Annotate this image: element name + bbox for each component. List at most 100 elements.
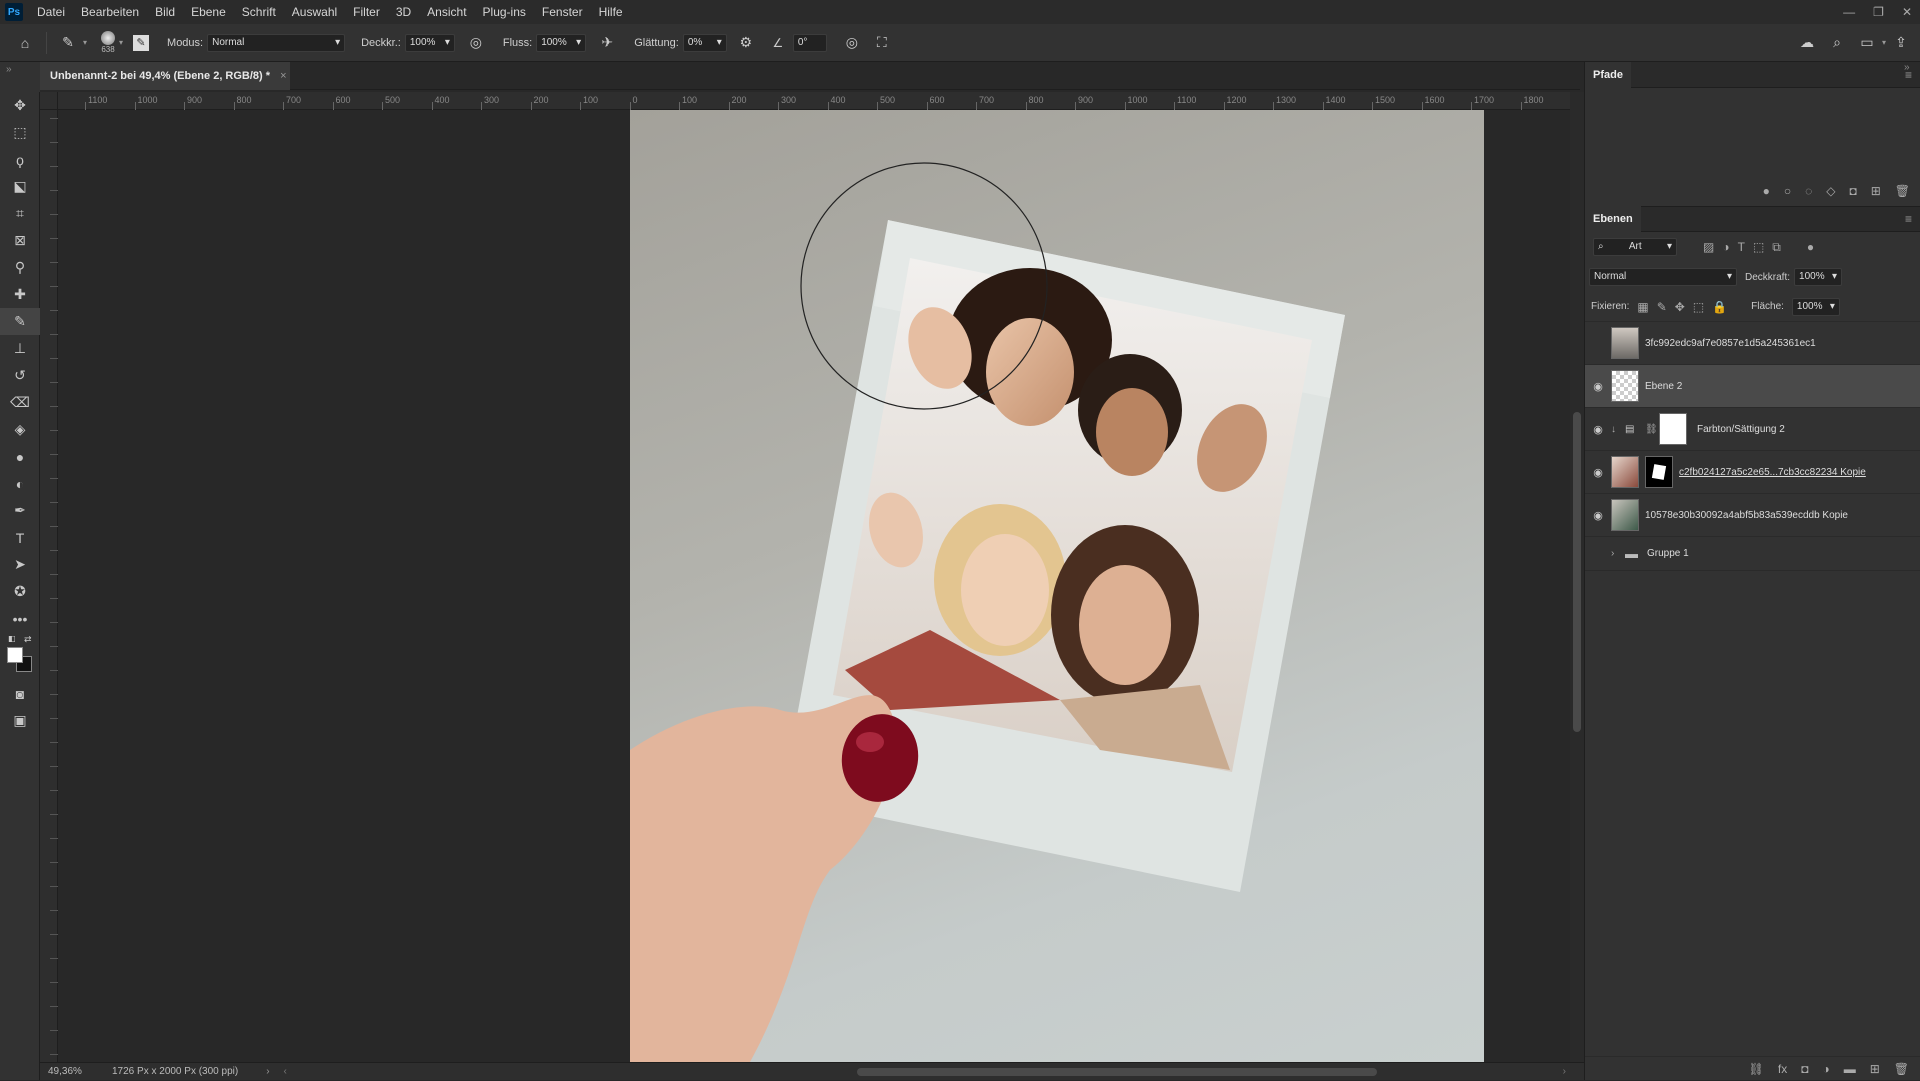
brush-tool-icon[interactable]: ✎: [0, 308, 40, 335]
flow-field[interactable]: 100% ▾: [536, 33, 587, 52]
visibility-toggle[interactable]: ◉: [1585, 337, 1611, 350]
brush-settings-icon[interactable]: ✎: [133, 34, 150, 51]
layer-mask-thumbnail[interactable]: [1645, 456, 1673, 488]
add-mask-icon[interactable]: ◘: [1849, 184, 1856, 198]
layer-row[interactable]: ◉ 10578e30b30092a4abf5b83a539ecddb Kopie: [1585, 494, 1920, 537]
gear-icon[interactable]: ⚙: [735, 32, 757, 54]
screen-mode-icon[interactable]: ▣: [0, 707, 40, 734]
lock-transparency-icon[interactable]: ▦: [1637, 300, 1648, 314]
vertical-scrollbar[interactable]: [1570, 92, 1584, 1062]
layer-row[interactable]: ◉ Ebene 2: [1585, 365, 1920, 408]
home-icon[interactable]: ⌂: [14, 32, 36, 54]
menu-bild[interactable]: Bild: [147, 0, 183, 24]
eye-icon[interactable]: ◉: [1585, 423, 1611, 436]
object-selection-tool-icon[interactable]: ⬕: [0, 173, 40, 200]
menu-datei[interactable]: Datei: [29, 0, 73, 24]
scroll-right-icon[interactable]: ›: [1563, 1066, 1566, 1077]
menu-bearbeiten[interactable]: Bearbeiten: [73, 0, 147, 24]
crop-tool-icon[interactable]: ⌗: [0, 200, 40, 227]
tab-ebenen[interactable]: Ebenen: [1585, 206, 1641, 232]
new-path-icon[interactable]: ⊞: [1871, 184, 1881, 198]
restore-icon[interactable]: ❐: [1873, 5, 1884, 19]
layer-opacity-field[interactable]: 100% ▾: [1794, 268, 1843, 286]
cloud-user-icon[interactable]: ☁: [1796, 32, 1818, 54]
menu-schrift[interactable]: Schrift: [234, 0, 284, 24]
chevron-down-icon[interactable]: ▾: [1882, 38, 1886, 47]
menu-fenster[interactable]: Fenster: [534, 0, 591, 24]
menu-auswahl[interactable]: Auswahl: [284, 0, 345, 24]
more-tools-icon[interactable]: •••: [0, 605, 40, 632]
dodge-tool-icon[interactable]: ◐: [0, 470, 40, 497]
layer-row[interactable]: ◉ 3fc992edc9af7e0857e1d5a245361ec1: [1585, 322, 1920, 365]
filter-toggle-icon[interactable]: ●: [1807, 240, 1814, 254]
search-icon[interactable]: ⌕: [1826, 32, 1848, 54]
close-icon[interactable]: ×: [280, 70, 286, 82]
layer-mask-thumbnail[interactable]: [1659, 413, 1687, 445]
eye-icon[interactable]: ◉: [1585, 380, 1611, 393]
eraser-tool-icon[interactable]: ⌫: [0, 389, 40, 416]
healing-brush-tool-icon[interactable]: ✚: [0, 281, 40, 308]
eyedropper-tool-icon[interactable]: ⚲: [0, 254, 40, 281]
stamp-tool-icon[interactable]: ⊥: [0, 335, 40, 362]
foreground-color-swatch[interactable]: [7, 647, 23, 663]
workspace-icon[interactable]: ▭: [1856, 32, 1878, 54]
trash-icon[interactable]: 🗑: [1894, 1062, 1909, 1076]
symmetry-icon[interactable]: ⛶: [871, 32, 893, 54]
smoothing-field[interactable]: 0% ▾: [682, 33, 727, 52]
blur-tool-icon[interactable]: ●: [0, 443, 40, 470]
chevron-right-icon[interactable]: ›: [266, 1066, 269, 1077]
trash-icon[interactable]: 🗑: [1895, 184, 1910, 198]
filter-smart-object-icon[interactable]: ⧉: [1772, 240, 1781, 255]
lock-position-icon[interactable]: ✥: [1675, 300, 1685, 314]
menu-3d[interactable]: 3D: [388, 0, 419, 24]
layer-row[interactable]: ◉ c2fb024127a5c2e65...7cb3cc82234 Kopie: [1585, 451, 1920, 494]
airbrush-icon[interactable]: ✈: [596, 32, 618, 54]
panel-collapse-icon[interactable]: »: [1904, 62, 1910, 73]
document-canvas[interactable]: [630, 110, 1484, 1062]
ruler-origin[interactable]: [40, 92, 58, 110]
lock-pixels-icon[interactable]: ✎: [1657, 300, 1667, 314]
path-selection-tool-icon[interactable]: ➤: [0, 551, 40, 578]
menu-hilfe[interactable]: Hilfe: [591, 0, 631, 24]
document-tab[interactable]: Unbenannt-2 bei 49,4% (Ebene 2, RGB/8) *…: [40, 62, 290, 90]
opacity-field[interactable]: 100% ▾: [404, 33, 455, 52]
history-brush-tool-icon[interactable]: ↺: [0, 362, 40, 389]
visibility-toggle[interactable]: ◉: [1585, 547, 1611, 560]
menu-plugins[interactable]: Plug-ins: [475, 0, 534, 24]
adjustment-icon[interactable]: ◑: [1822, 1062, 1829, 1076]
menu-ansicht[interactable]: Ansicht: [419, 0, 474, 24]
lasso-tool-icon[interactable]: ϙ: [0, 146, 40, 173]
paint-bucket-tool-icon[interactable]: ◈: [0, 416, 40, 443]
filter-type-icon[interactable]: T: [1738, 240, 1745, 254]
vertical-scroll-thumb[interactable]: [1573, 412, 1581, 732]
new-group-icon[interactable]: ▬: [1844, 1062, 1856, 1076]
link-layers-icon[interactable]: ⛓: [1749, 1062, 1764, 1076]
canvas-area[interactable]: [58, 110, 1570, 1062]
blend-mode-select[interactable]: Normal ▾: [1589, 268, 1737, 286]
horizontal-scrollbar[interactable]: [287, 1063, 1563, 1081]
share-icon[interactable]: ⇪: [1890, 32, 1912, 54]
layer-filter-select[interactable]: ⌕ Art ▾: [1593, 238, 1677, 256]
fill-path-icon[interactable]: ●: [1763, 184, 1770, 198]
filter-adjustment-icon[interactable]: ◑: [1722, 240, 1729, 254]
new-layer-icon[interactable]: ⊞: [1870, 1062, 1880, 1076]
shape-tool-icon[interactable]: ✪: [0, 578, 40, 605]
move-tool-icon[interactable]: ✥: [0, 92, 40, 119]
lock-artboard-icon[interactable]: ⬚: [1693, 300, 1704, 314]
menu-ebene[interactable]: Ebene: [183, 0, 234, 24]
lock-all-icon[interactable]: 🔒: [1712, 300, 1727, 314]
filter-pixel-icon[interactable]: ▨: [1703, 240, 1714, 254]
link-icon[interactable]: ⛓: [1645, 424, 1659, 435]
mode-select[interactable]: Normal ▾: [207, 33, 346, 52]
menu-filter[interactable]: Filter: [345, 0, 388, 24]
pressure-opacity-icon[interactable]: ◎: [465, 32, 487, 54]
fill-field[interactable]: 100% ▾: [1791, 297, 1840, 316]
tab-pfade[interactable]: Pfade: [1585, 61, 1631, 88]
panel-menu-icon[interactable]: ≡: [1905, 212, 1912, 226]
brush-preset-picker[interactable]: 638: [101, 31, 116, 54]
minimize-icon[interactable]: —: [1843, 5, 1855, 19]
close-icon[interactable]: ✕: [1902, 5, 1912, 19]
horizontal-scroll-thumb[interactable]: [856, 1067, 1377, 1076]
layer-row[interactable]: ◉ ↓ ▤ ⛓ Farbton/Sättigung 2: [1585, 408, 1920, 451]
add-mask-icon[interactable]: ◘: [1801, 1062, 1808, 1076]
